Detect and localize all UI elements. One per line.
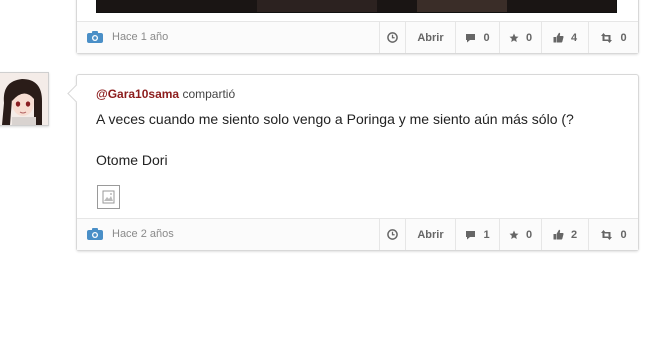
thumbs-up-icon xyxy=(553,229,564,240)
image-thumbnail[interactable] xyxy=(97,185,120,209)
clock-button[interactable] xyxy=(379,22,405,53)
thumbs-up-icon xyxy=(553,32,564,43)
like-button[interactable]: 2 xyxy=(541,219,588,250)
comments-button[interactable]: 0 xyxy=(455,22,499,53)
camera-icon xyxy=(87,228,103,240)
open-button[interactable]: Abrir xyxy=(405,219,455,250)
star-icon xyxy=(509,230,519,239)
comments-count: 1 xyxy=(483,228,490,241)
star-icon xyxy=(509,33,519,42)
comments-count: 0 xyxy=(483,31,490,44)
post-header: @Gara10sama compartió xyxy=(96,87,235,101)
favorites-count: 0 xyxy=(525,31,533,44)
share-icon xyxy=(601,229,613,240)
post-time: Hace 1 año xyxy=(112,31,169,43)
favorite-button[interactable]: 0 xyxy=(499,22,541,53)
avatar-image xyxy=(0,73,48,125)
comments-button[interactable]: 1 xyxy=(455,219,499,250)
username-link[interactable]: @Gara10sama xyxy=(96,87,179,101)
clock-icon xyxy=(387,32,398,43)
post-action: compartió xyxy=(182,87,236,101)
clock-button[interactable] xyxy=(379,219,405,250)
share-button[interactable]: 0 xyxy=(588,219,638,250)
post-time: Hace 2 años xyxy=(112,228,174,240)
comment-icon xyxy=(466,230,476,239)
share-icon xyxy=(601,32,613,43)
post-image[interactable] xyxy=(96,0,617,13)
post-text: A veces cuando me siento solo vengo a Po… xyxy=(96,111,574,127)
shares-count: 0 xyxy=(620,31,627,44)
likes-count: 4 xyxy=(570,31,578,44)
post-footer: Hace 1 año Abrir 0 0 4 0 xyxy=(77,21,638,53)
avatar[interactable] xyxy=(0,72,49,126)
post-footer: Hace 2 años Abrir 1 0 2 0 xyxy=(77,218,638,250)
share-button[interactable]: 0 xyxy=(588,22,638,53)
speech-arrow xyxy=(67,84,86,103)
likes-count: 2 xyxy=(570,228,578,241)
clock-icon xyxy=(387,229,398,240)
post-caption: Otome Dori xyxy=(96,152,168,168)
favorites-count: 0 xyxy=(525,228,533,241)
comment-icon xyxy=(466,33,476,42)
camera-icon xyxy=(87,31,103,43)
broken-image-icon xyxy=(102,190,115,204)
open-button[interactable]: Abrir xyxy=(405,22,455,53)
favorite-button[interactable]: 0 xyxy=(499,219,541,250)
shares-count: 0 xyxy=(620,228,627,241)
post-card: Hace 1 año Abrir 0 0 4 0 xyxy=(76,0,639,54)
post-card: @Gara10sama compartió A veces cuando me … xyxy=(67,74,639,251)
like-button[interactable]: 4 xyxy=(541,22,588,53)
